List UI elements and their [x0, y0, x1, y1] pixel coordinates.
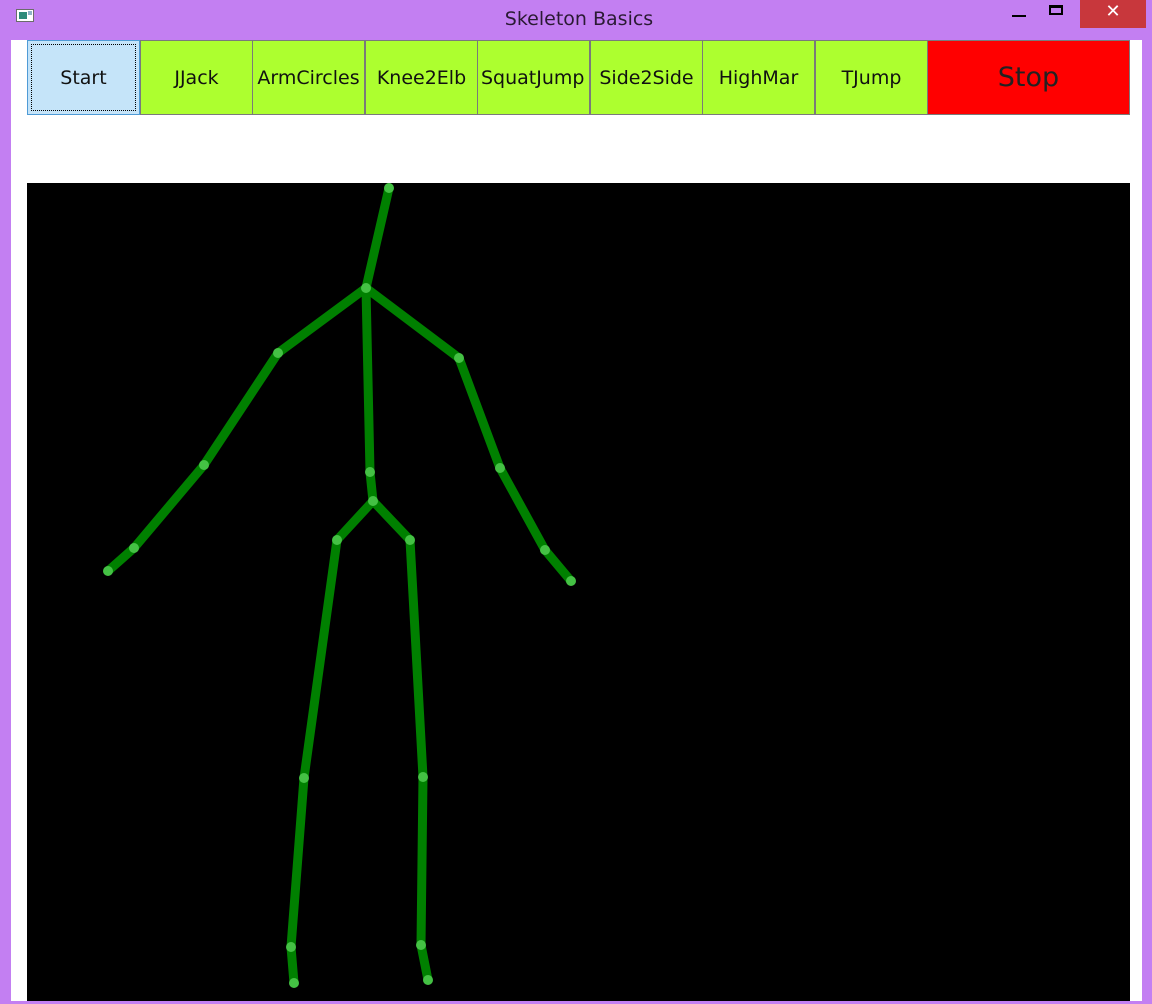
maximize-icon: [1049, 5, 1063, 15]
bone-kneeR-ankleR: [416, 772, 428, 950]
joint-handR: [566, 576, 576, 586]
stop-button-label: Stop: [997, 62, 1060, 93]
highmar-button[interactable]: HighMar: [702, 40, 815, 115]
client-area: Start JJack ArmCircles Knee2Elb SquatJum…: [11, 40, 1142, 1004]
joint-kneeL: [299, 773, 309, 783]
joint-wristR: [540, 545, 550, 555]
joint-wristL: [129, 543, 139, 553]
joint-footL: [289, 978, 299, 988]
jjack-button-label: JJack: [174, 66, 219, 89]
title-bar: Skeleton Basics ✕: [0, 0, 1152, 40]
highmar-button-label: HighMar: [718, 66, 799, 89]
start-button[interactable]: Start: [27, 40, 140, 115]
jjack-button[interactable]: JJack: [140, 40, 253, 115]
joint-ankleR: [416, 940, 426, 950]
joint-hipC: [368, 496, 378, 506]
canvas-background: [27, 183, 1130, 1004]
skeleton-drawing: [27, 183, 1130, 1004]
joint-shoulderL: [273, 348, 283, 358]
bone-shoulderC-spine: [361, 283, 375, 477]
minimize-icon: [1012, 15, 1026, 17]
side2side-button-label: Side2Side: [599, 66, 694, 89]
joint-handL: [103, 566, 113, 576]
close-icon: ✕: [1105, 1, 1121, 22]
joint-spine: [365, 467, 375, 477]
skeleton-canvas: [27, 183, 1130, 1004]
joint-head: [384, 183, 394, 193]
knee2elb-button-label: Knee2Elb: [376, 66, 467, 89]
joint-shoulderC: [361, 283, 371, 293]
squatjump-button-label: SquatJump: [481, 66, 585, 89]
stop-button[interactable]: Stop: [927, 40, 1130, 115]
side2side-button[interactable]: Side2Side: [590, 40, 703, 115]
joint-hipL: [332, 535, 342, 545]
joint-shoulderR: [454, 353, 464, 363]
maximize-button[interactable]: [1042, 0, 1072, 28]
focus-rectangle: [31, 44, 136, 111]
window-title: Skeleton Basics: [504, 8, 654, 30]
bone-ankleL-footL: [286, 942, 299, 988]
joint-ankleL: [286, 942, 296, 952]
knee2elb-button[interactable]: Knee2Elb: [365, 40, 478, 115]
joint-kneeR: [418, 772, 428, 782]
armcircles-button[interactable]: ArmCircles: [252, 40, 365, 115]
squatjump-button[interactable]: SquatJump: [477, 40, 590, 115]
armcircles-button-label: ArmCircles: [257, 66, 360, 89]
joint-hipR: [405, 535, 415, 545]
joint-footR: [423, 975, 433, 985]
minimize-button[interactable]: [1004, 0, 1034, 28]
joint-elbowR: [495, 463, 505, 473]
close-button[interactable]: ✕: [1080, 0, 1146, 28]
tjump-button-label: TJump: [841, 66, 902, 89]
joint-elbowL: [199, 460, 209, 470]
tjump-button[interactable]: TJump: [815, 40, 928, 115]
